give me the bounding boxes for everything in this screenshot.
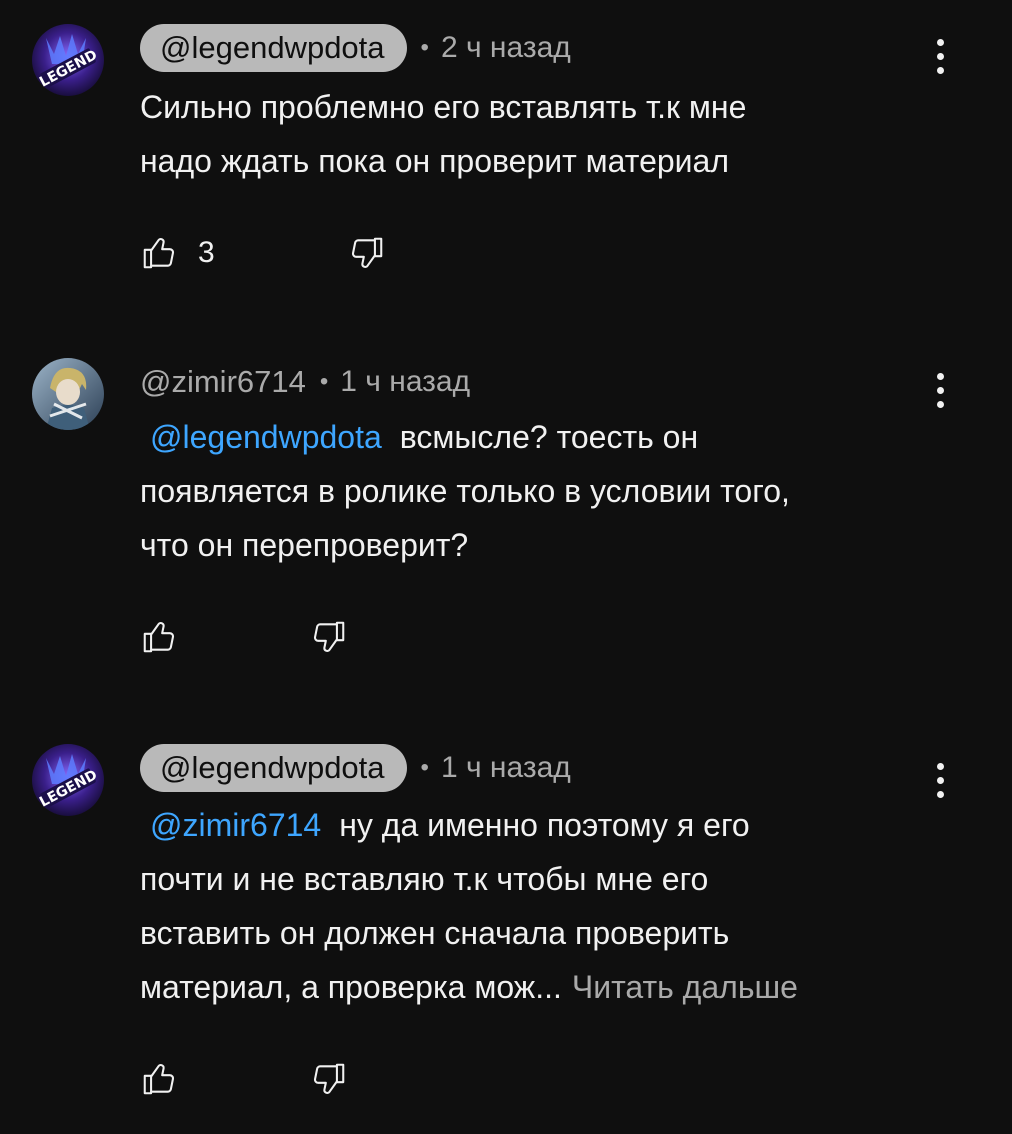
- comment-header: @legendwpdota • 1 ч назад: [140, 744, 571, 792]
- avatar[interactable]: LEGEND: [32, 24, 104, 96]
- author-name-chip[interactable]: @legendwpdota: [140, 24, 407, 72]
- comment-timestamp[interactable]: 2 ч назад: [441, 31, 571, 65]
- author-name[interactable]: @zimir6714: [140, 364, 306, 400]
- dislike-button[interactable]: [310, 1060, 348, 1098]
- comment-text-line: что он перепроверит?: [140, 527, 469, 563]
- comment-text-line: Сильно проблемно его вставлять т.к мне: [140, 89, 747, 125]
- comment-text-line: появляется в ролике только в условии тог…: [140, 473, 790, 509]
- anime-character-icon: [32, 358, 104, 430]
- comment-text: @legendwpdota всмысле? тоесть он появляет…: [140, 410, 940, 572]
- comment-text-line: @zimir6714 ну да именно поэтому я его: [140, 798, 940, 852]
- author-name-chip[interactable]: @legendwpdota: [140, 744, 407, 792]
- comment-actions: [140, 1054, 348, 1104]
- dislike-button[interactable]: [348, 234, 386, 272]
- comment-text: @zimir6714 ну да именно поэтому я его поч…: [140, 798, 940, 1014]
- thumb-down-icon: [352, 237, 383, 268]
- thumb-up-icon: [143, 622, 174, 653]
- separator-dot: •: [420, 34, 429, 61]
- mention-link[interactable]: @zimir6714: [150, 807, 321, 843]
- thumb-up-icon: [143, 1064, 174, 1095]
- comment-text-line: материал, а проверка мож... Читать дальше: [140, 960, 940, 1014]
- like-button[interactable]: [140, 1060, 178, 1098]
- like-button[interactable]: 3: [140, 234, 238, 272]
- thumb-up-icon: [143, 238, 174, 269]
- comment-timestamp[interactable]: 1 ч назад: [441, 751, 571, 785]
- comment-text-line: @legendwpdota всмысле? тоесть он: [140, 410, 940, 464]
- thumb-down-icon: [314, 1063, 345, 1094]
- comment-timestamp[interactable]: 1 ч назад: [340, 365, 470, 399]
- mention-link[interactable]: @legendwpdota: [150, 419, 382, 455]
- comment-header: @zimir6714 • 1 ч назад: [140, 358, 470, 406]
- more-vert-icon[interactable]: [920, 32, 960, 80]
- comment-actions: 3: [140, 228, 386, 278]
- comment-text-segment: материал, а проверка мож...: [140, 969, 562, 1005]
- avatar[interactable]: LEGEND: [32, 744, 104, 816]
- more-vert-icon[interactable]: [920, 756, 960, 804]
- read-more-link[interactable]: Читать дальше: [572, 969, 798, 1005]
- separator-dot: •: [420, 754, 429, 781]
- comment-header: @legendwpdota • 2 ч назад: [140, 24, 571, 72]
- like-count: 3: [198, 236, 215, 269]
- dislike-button[interactable]: [310, 618, 348, 656]
- like-button[interactable]: [140, 618, 178, 656]
- comment-text: Сильно проблемно его вставлять т.к мне н…: [140, 80, 940, 188]
- comment-text-line: вставить он должен сначала проверить: [140, 915, 730, 951]
- avatar[interactable]: [32, 358, 104, 430]
- legend-logo-icon: LEGEND: [32, 744, 104, 816]
- comment-text-segment: всмысле? тоесть он: [399, 419, 699, 455]
- comment-text-line: надо ждать пока он проверит материал: [140, 143, 729, 179]
- comment-actions: [140, 612, 348, 662]
- more-vert-icon[interactable]: [920, 366, 960, 414]
- legend-logo-icon: LEGEND: [32, 24, 104, 96]
- comment-text-line: почти и не вставляю т.к чтобы мне его: [140, 861, 709, 897]
- separator-dot: •: [319, 368, 329, 395]
- comment-text-segment: ну да именно поэтому я его: [339, 807, 750, 843]
- thumb-down-icon: [314, 621, 345, 652]
